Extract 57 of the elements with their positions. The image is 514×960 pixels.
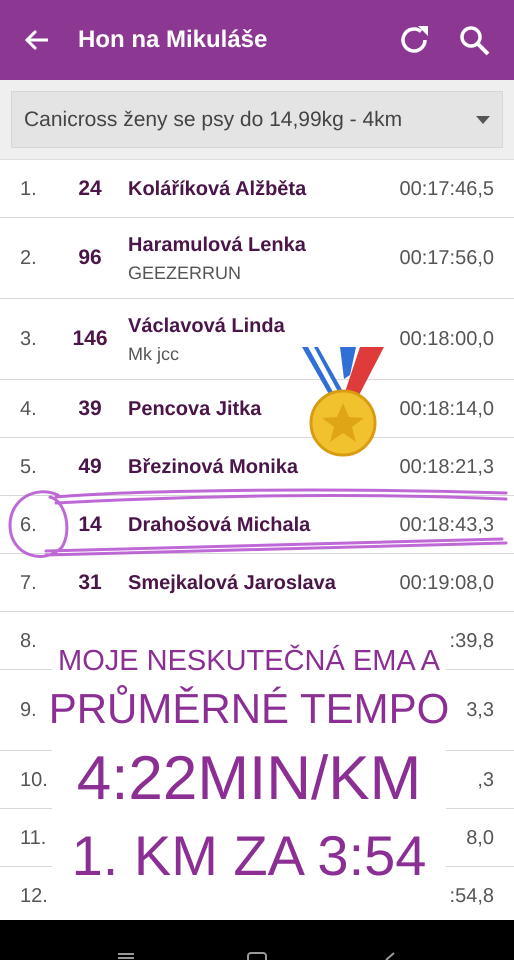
position-number: 10.	[20, 768, 49, 792]
finish-time: :39,8	[450, 628, 494, 654]
club-name: Mk jcc	[128, 342, 180, 366]
result-row[interactable]: 1. 24 Koláříková Alžběta 00:17:46,5	[0, 160, 514, 218]
result-row[interactable]: 7. 31 Smejkalová Jaroslava 00:19:08,0	[0, 554, 514, 612]
position-number: 3.	[20, 327, 38, 352]
runner-name: Koláříková Alžběta	[128, 176, 308, 202]
back-arrow-icon[interactable]	[24, 28, 50, 52]
result-row[interactable]: 2. 96 Haramulová Lenka GEEZERRUN 00:17:56,0	[0, 218, 514, 299]
medal-icon	[300, 345, 386, 457]
story-caption: 1. KM ZA 3:54	[70, 823, 428, 890]
position-number: 6.	[20, 512, 38, 538]
category-dropdown[interactable]: Canicross ženy se psy do 14,99kg - 4km	[11, 91, 503, 148]
story-caption: PRŮMĚRNÉ TEMPO	[48, 684, 450, 734]
bib-number: 14	[77, 512, 103, 538]
home-icon[interactable]	[246, 952, 268, 960]
runner-name: Smejkalová Jaroslava	[128, 570, 337, 596]
refresh-icon[interactable]	[398, 24, 430, 56]
recent-apps-icon[interactable]	[116, 952, 136, 960]
bib-number: 31	[77, 570, 103, 596]
bib-number: 96	[77, 245, 103, 272]
position-number: 2.	[20, 246, 38, 271]
result-row[interactable]: 6. 14 Drahošová Michala 00:18:43,3	[0, 496, 514, 554]
runner-name: Drahošová Michala	[128, 512, 312, 538]
position-number: 5.	[20, 454, 38, 480]
finish-time: 00:18:43,3	[399, 512, 494, 538]
finish-time: 00:18:14,0	[399, 396, 494, 422]
story-caption: MOJE NESKUTEČNÁ EMA A	[57, 644, 441, 679]
search-icon[interactable]	[458, 24, 490, 56]
runner-name: Václavová Linda	[128, 314, 286, 338]
position-number: 4.	[20, 396, 38, 422]
position-number: 8.	[20, 628, 38, 654]
finish-time: ,3	[477, 768, 494, 792]
club-name: GEEZERRUN	[128, 262, 242, 284]
finish-time: 3,3	[466, 698, 494, 723]
runner-name: Haramulová Lenka	[128, 232, 307, 258]
bib-number: 24	[77, 176, 103, 202]
finish-time: 00:18:21,3	[399, 454, 494, 480]
app-title: Hon na Mikuláše	[78, 25, 268, 55]
position-number: 9.	[20, 698, 38, 723]
finish-time: 00:19:08,0	[399, 570, 494, 596]
runner-name: Březinová Monika	[128, 454, 300, 480]
runner-name: Pencova Jitka	[128, 396, 262, 422]
finish-time: :54,8	[450, 884, 494, 908]
finish-time: 00:18:00,0	[399, 327, 494, 352]
position-number: 11.	[20, 826, 48, 850]
bib-number: 39	[77, 396, 103, 422]
finish-time: 00:17:46,5	[399, 176, 494, 202]
finish-time: 8,0	[466, 826, 494, 850]
bib-number: 49	[77, 454, 103, 480]
finish-time: 00:17:56,0	[399, 246, 494, 271]
bib-number: 146	[71, 326, 109, 352]
position-number: 7.	[20, 570, 38, 596]
dropdown-caret-icon	[476, 116, 490, 124]
story-caption: 4:22MIN/KM	[76, 742, 422, 815]
position-number: 1.	[20, 176, 38, 202]
position-number: 12.	[20, 884, 49, 908]
